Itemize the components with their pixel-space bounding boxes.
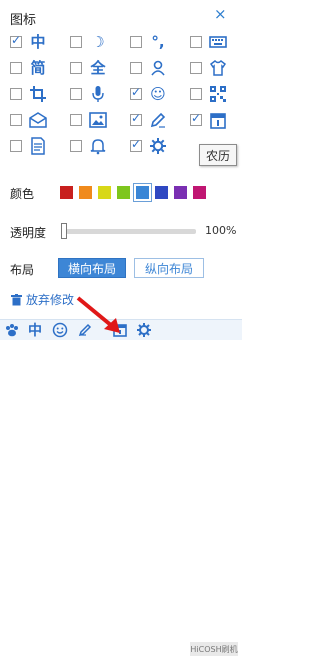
paw-icon[interactable] (3, 321, 21, 339)
checkmark-icon: ✓ (131, 85, 142, 99)
simplified-char-jian-icon: 简 (30, 58, 46, 77)
tshirt-icon (208, 58, 228, 78)
chinese-mode-icon[interactable]: 中 (26, 321, 44, 339)
checkbox[interactable]: ✓ (130, 85, 142, 100)
gear-icon[interactable] (135, 321, 153, 339)
icon-option-image-icon[interactable] (70, 109, 128, 135)
watermark: HiCOSH刷机 (190, 642, 238, 656)
checkbox[interactable] (10, 62, 22, 74)
checkbox[interactable] (10, 140, 22, 152)
icon-option-calendar-icon[interactable]: ✓ (190, 109, 248, 135)
smiley-icon[interactable] (51, 321, 69, 339)
color-swatch[interactable] (155, 186, 168, 199)
icon-option-qr-code-icon[interactable] (190, 83, 248, 109)
opacity-label: 透明度 (10, 226, 47, 240)
smiley-icon: ☺ (150, 84, 166, 103)
checkbox[interactable] (190, 88, 202, 100)
checkbox[interactable] (10, 88, 22, 100)
color-label: 颜色 (10, 187, 35, 201)
layout-label: 布局 (10, 263, 35, 277)
user-icon (148, 58, 168, 78)
icon-option-simplified-char-jian[interactable]: 简 (10, 57, 68, 83)
trash-icon (11, 293, 22, 305)
checkbox[interactable] (70, 140, 82, 152)
color-swatch[interactable] (174, 186, 187, 199)
opacity-slider-thumb[interactable] (61, 223, 67, 239)
panel-title: 图标 (10, 13, 37, 28)
close-icon[interactable]: × (214, 5, 227, 23)
skin-settings-panel: 图标 × ✓ 中 ☽ °, 简全 ✓ ☺ ✓ ✓ ✓ 农历 颜色 透明度 100% 布局 横向布局… (0, 0, 242, 656)
checkbox[interactable] (70, 114, 82, 126)
gear-icon (148, 136, 168, 156)
checkbox[interactable]: ✓ (130, 111, 142, 126)
image-icon (88, 110, 108, 130)
color-swatch[interactable] (60, 186, 73, 199)
icon-option-microphone-icon[interactable] (70, 83, 128, 109)
icon-option-crop-icon[interactable] (10, 83, 68, 109)
opacity-value: 100% (205, 224, 237, 237)
horizontal-layout-button[interactable]: 横向布局 (58, 258, 126, 278)
checkbox[interactable] (10, 114, 22, 126)
icon-option-document-icon[interactable] (10, 135, 68, 161)
icon-option-moon-icon[interactable]: ☽ (70, 31, 128, 57)
icon-option-punctuation-icon[interactable]: °, (130, 31, 188, 57)
bell-icon (88, 136, 108, 156)
moon-icon: ☽ (91, 32, 105, 51)
keyboard-icon (208, 32, 228, 52)
calendar-icon[interactable] (111, 321, 129, 339)
checkbox[interactable] (130, 62, 142, 74)
checkbox[interactable] (130, 36, 142, 48)
qr-code-icon (208, 84, 228, 104)
icon-option-bell-icon[interactable] (70, 135, 128, 161)
full-width-char-quan-icon: 全 (90, 58, 106, 77)
color-swatch[interactable] (79, 186, 92, 199)
checkbox[interactable] (70, 88, 82, 100)
checkmark-icon: ✓ (11, 33, 22, 47)
checkbox[interactable] (190, 62, 202, 74)
icon-option-chinese-char-zhong[interactable]: ✓ 中 (10, 31, 68, 57)
tooltip: 农历 (199, 144, 237, 166)
discard-changes-label: 放弃修改 (26, 293, 75, 307)
checkbox[interactable] (70, 62, 82, 74)
crop-icon (28, 84, 48, 104)
icon-option-mail-icon[interactable] (10, 109, 68, 135)
checkbox[interactable] (70, 36, 82, 48)
checkbox[interactable]: ✓ (130, 137, 142, 152)
icon-option-tshirt-icon[interactable] (190, 57, 248, 83)
checkbox[interactable]: ✓ (190, 111, 202, 126)
color-swatch[interactable] (98, 186, 111, 199)
checkmark-icon: ✓ (131, 111, 142, 125)
document-icon (28, 136, 48, 156)
icon-option-full-width-char-quan[interactable]: 全 (70, 57, 128, 83)
pencil-icon (148, 110, 168, 130)
color-swatch[interactable] (193, 186, 206, 199)
vertical-layout-button[interactable]: 纵向布局 (134, 258, 204, 278)
color-swatch[interactable] (133, 183, 152, 202)
checkbox[interactable] (190, 36, 202, 48)
microphone-icon (88, 84, 108, 104)
icon-option-smiley-icon[interactable]: ✓ ☺ (130, 83, 188, 109)
pencil-icon[interactable] (76, 321, 94, 339)
checkmark-icon: ✓ (131, 137, 142, 151)
calendar-icon (208, 110, 228, 130)
icon-option-gear-icon[interactable]: ✓ (130, 135, 188, 161)
opacity-slider-track[interactable] (66, 229, 196, 234)
icon-option-pencil-icon[interactable]: ✓ (130, 109, 188, 135)
checkbox[interactable]: ✓ (10, 33, 22, 48)
mail-icon (28, 110, 48, 130)
ime-toolbar: 中 HiCOSH刷机 (0, 319, 242, 656)
punctuation-icon: °, (151, 32, 165, 51)
icon-option-keyboard-icon[interactable] (190, 31, 248, 57)
checkmark-icon: ✓ (191, 111, 202, 125)
color-swatch[interactable] (117, 186, 130, 199)
discard-changes-button[interactable]: 放弃修改 (11, 291, 74, 308)
icon-option-user-icon[interactable] (130, 57, 188, 83)
chinese-char-zhong-icon: 中 (30, 32, 46, 51)
